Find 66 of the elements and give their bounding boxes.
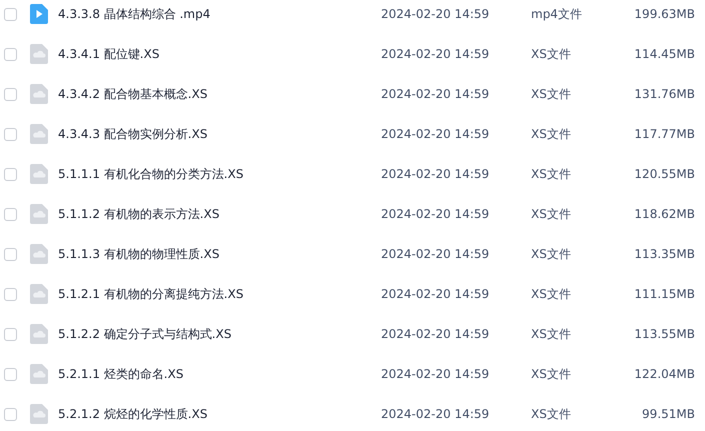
checkbox[interactable]: [4, 368, 17, 380]
cloud-file-icon: [30, 204, 48, 224]
checkbox[interactable]: [4, 88, 17, 100]
checkbox[interactable]: [4, 168, 17, 180]
file-type: XS文件: [531, 406, 572, 422]
file-name[interactable]: 5.1.1.3 有机物的物理性质.XS: [58, 246, 381, 262]
file-type: XS文件: [531, 366, 572, 382]
modified-date: 2024-02-20 14:59: [381, 207, 490, 221]
checkbox[interactable]: [4, 248, 17, 260]
checkbox[interactable]: [4, 208, 17, 220]
file-size: 120.55MB: [633, 167, 695, 181]
file-size: 122.04MB: [633, 367, 695, 381]
modified-date: 2024-02-20 14:59: [381, 167, 490, 181]
file-type: XS文件: [531, 46, 572, 62]
cloud-file-icon: [30, 284, 48, 304]
checkbox[interactable]: [4, 288, 17, 300]
file-size: 99.51MB: [641, 407, 695, 421]
modified-date: 2024-02-20 14:59: [381, 287, 490, 301]
cloud-file-icon: [30, 84, 48, 104]
modified-date: 2024-02-20 14:59: [381, 47, 490, 61]
file-name[interactable]: 5.2.1.1 烃类的命名.XS: [58, 366, 381, 382]
file-name[interactable]: 4.3.4.3 配合物实例分析.XS: [58, 126, 381, 142]
modified-date: 2024-02-20 14:59: [381, 327, 490, 341]
cloud-file-icon: [30, 44, 48, 64]
file-size: 117.77MB: [633, 127, 695, 141]
checkbox[interactable]: [4, 328, 17, 340]
file-type: XS文件: [531, 326, 572, 342]
file-type: XS文件: [531, 206, 572, 222]
file-type: XS文件: [531, 166, 572, 182]
file-size: 113.35MB: [633, 247, 695, 261]
file-size: 114.45MB: [633, 47, 695, 61]
file-size: 199.63MB: [633, 7, 695, 21]
file-size: 113.55MB: [633, 327, 695, 341]
cloud-file-icon: [30, 404, 48, 424]
file-name[interactable]: 4.3.3.8 晶体结构综合 .mp4: [58, 6, 381, 22]
file-name[interactable]: 5.1.1.2 有机物的表示方法.XS: [58, 206, 381, 222]
cloud-file-icon: [30, 124, 48, 144]
cloud-file-icon: [30, 364, 48, 384]
modified-date: 2024-02-20 14:59: [381, 87, 490, 101]
file-name[interactable]: 4.3.4.2 配合物基本概念.XS: [58, 86, 381, 102]
file-type: XS文件: [531, 246, 572, 262]
file-type: XS文件: [531, 126, 572, 142]
cloud-file-icon: [30, 164, 48, 184]
checkbox[interactable]: [4, 8, 17, 20]
modified-date: 2024-02-20 14:59: [381, 407, 490, 421]
checkbox[interactable]: [4, 48, 17, 60]
checkbox[interactable]: [4, 408, 17, 420]
modified-date: 2024-02-20 14:59: [381, 127, 490, 141]
file-name[interactable]: 5.1.2.1 有机物的分离提纯方法.XS: [58, 286, 381, 302]
cloud-file-icon: [30, 244, 48, 264]
file-size: 111.15MB: [633, 287, 695, 301]
file-type: mp4文件: [531, 6, 583, 22]
file-size: 118.62MB: [633, 207, 695, 221]
file-name[interactable]: 5.1.1.1 有机化合物的分类方法.XS: [58, 166, 381, 182]
file-type: XS文件: [531, 86, 572, 102]
modified-date: 2024-02-20 14:59: [381, 7, 490, 21]
video-file-icon: [30, 4, 48, 24]
file-type: XS文件: [531, 286, 572, 302]
file-size: 131.76MB: [633, 87, 695, 101]
cloud-file-icon: [30, 324, 48, 344]
modified-date: 2024-02-20 14:59: [381, 367, 490, 381]
file-name[interactable]: 4.3.4.1 配位键.XS: [58, 46, 381, 62]
file-name[interactable]: 5.2.1.2 烷烃的化学性质.XS: [58, 406, 381, 422]
modified-date: 2024-02-20 14:59: [381, 247, 490, 261]
checkbox[interactable]: [4, 128, 17, 140]
file-name[interactable]: 5.1.2.2 确定分子式与结构式.XS: [58, 326, 381, 342]
